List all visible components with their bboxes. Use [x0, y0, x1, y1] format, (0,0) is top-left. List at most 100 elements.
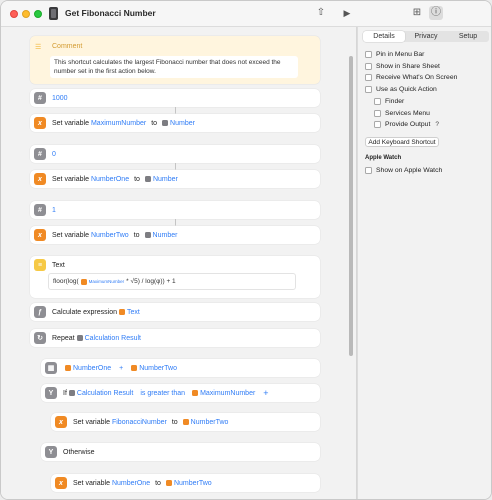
checkbox-label: Finder	[385, 98, 405, 105]
to-label: to	[133, 231, 140, 239]
finder-checkbox[interactable]: Finder	[374, 98, 404, 105]
inspector-tabs: Details Privacy Setup	[363, 31, 489, 42]
tab-setup[interactable]: Setup	[447, 31, 489, 42]
to-label: to	[155, 479, 161, 487]
action-label: Text	[52, 261, 65, 269]
maximum-number-token[interactable]: MaximumNumber	[192, 390, 255, 397]
checkbox[interactable]	[365, 86, 372, 93]
number-one-token[interactable]: NumberOne	[65, 365, 111, 372]
variable-mini-icon	[65, 365, 71, 371]
calculate-action[interactable]: ▦ NumberOne + NumberTwo	[41, 359, 320, 377]
variable-name-token[interactable]: NumberTwo	[91, 232, 129, 239]
number-value[interactable]: 0	[52, 151, 56, 158]
set-variable-action-1[interactable]: x Set variable MaximumNumber to Number	[30, 114, 320, 132]
checkbox[interactable]	[365, 51, 372, 58]
number-token[interactable]: Number	[162, 120, 195, 127]
number-action-1[interactable]: # 1000	[30, 89, 320, 107]
variable-icon: x	[34, 229, 46, 241]
library-icon[interactable]: ⊞	[410, 6, 424, 20]
variable-name-token[interactable]: MaximumNumber	[91, 120, 146, 127]
checkbox-label: Show in Share Sheet	[376, 63, 440, 70]
set-variable-action-2[interactable]: x Set variable NumberOne to Number	[30, 170, 320, 188]
number-two-token[interactable]: NumberTwo	[182, 419, 228, 426]
pin-menu-bar-checkbox[interactable]: Pin in Menu Bar	[365, 51, 424, 58]
share-icon[interactable]: ⇧	[314, 6, 328, 20]
number-action-3[interactable]: # 1	[30, 201, 320, 219]
help-icon[interactable]: ?	[435, 121, 439, 128]
number-value[interactable]: 1000	[52, 95, 68, 102]
checkbox[interactable]	[374, 121, 381, 128]
close-window-button[interactable]	[10, 10, 18, 18]
checkbox-label: Use as Quick Action	[376, 86, 437, 93]
number-token[interactable]: Number	[144, 176, 178, 183]
number-icon: #	[34, 92, 46, 104]
number-two-token[interactable]: NumberTwo	[131, 365, 177, 372]
text-action[interactable]: ≡ Text floor(log( MaximumNumber * √5) / …	[30, 256, 320, 298]
comment-title: Comment	[52, 43, 83, 50]
play-icon[interactable]: ▶	[340, 6, 354, 20]
shortcut-editor[interactable]: ☰ Comment This shortcut calculates the l…	[1, 27, 356, 499]
variable-name-token[interactable]: NumberOne	[112, 480, 150, 487]
action-label: Set variable	[52, 231, 89, 239]
add-condition-button[interactable]: +	[263, 388, 268, 398]
branch-icon: Y	[45, 387, 57, 399]
minimize-window-button[interactable]	[22, 10, 30, 18]
shortcuts-window: Get Fibonacci Number ⇧ ▶ ⊞ ⓘ ☰ Comment T…	[0, 0, 492, 500]
provide-output-checkbox[interactable]: Provide Output ?	[374, 121, 439, 128]
variable-name-token[interactable]: FibonacciNumber	[112, 419, 167, 426]
number-action-2[interactable]: # 0	[30, 145, 320, 163]
variable-name-token[interactable]: NumberOne	[91, 176, 129, 183]
tab-privacy[interactable]: Privacy	[405, 31, 447, 42]
share-sheet-checkbox[interactable]: Show in Share Sheet	[365, 63, 440, 70]
comment-text[interactable]: This shortcut calculates the largest Fib…	[50, 56, 298, 78]
receive-screen-checkbox[interactable]: Receive What's On Screen	[365, 74, 457, 81]
if-action[interactable]: Y If Calculation Result is greater than …	[41, 384, 320, 402]
repeat-action[interactable]: ↻ Repeat Calculation Result	[30, 329, 320, 347]
variable-icon: x	[55, 416, 67, 428]
checkbox[interactable]	[365, 74, 372, 81]
tab-details[interactable]: Details	[363, 31, 405, 42]
show-on-watch-checkbox[interactable]: Show on Apple Watch	[365, 167, 442, 174]
text-field[interactable]: floor(log( MaximumNumber * √5) / log(φ))…	[48, 273, 296, 290]
variable-icon: x	[34, 173, 46, 185]
action-label: Calculate expression	[52, 308, 117, 316]
calculation-result-token[interactable]: Calculation Result	[68, 390, 133, 397]
number-two-token[interactable]: NumberTwo	[165, 480, 212, 487]
checkbox[interactable]	[365, 63, 372, 70]
add-keyboard-shortcut-button[interactable]: Add Keyboard Shortcut	[365, 137, 439, 147]
services-menu-checkbox[interactable]: Services Menu	[374, 110, 430, 117]
checkbox[interactable]	[365, 167, 372, 174]
comment-icon: ☰	[35, 44, 42, 51]
calculator-icon: ▦	[45, 362, 57, 374]
set-variable-action-5[interactable]: x Set variable NumberOne to NumberTwo	[51, 474, 320, 492]
shortcut-app-icon	[49, 7, 58, 20]
checkbox[interactable]	[374, 98, 381, 105]
variable-mini-icon	[80, 278, 87, 285]
number-icon: #	[34, 148, 46, 160]
number-mini-icon	[144, 176, 151, 182]
apple-watch-heading: Apple Watch	[365, 155, 402, 161]
set-variable-action-4[interactable]: x Set variable FibonacciNumber to Number…	[51, 413, 320, 431]
action-connector	[175, 107, 176, 114]
maximum-number-token[interactable]: MaximumNumber	[80, 278, 124, 285]
text-token[interactable]: Text	[118, 309, 140, 316]
action-connector	[175, 219, 176, 226]
condition-selector[interactable]: is greater than	[140, 390, 185, 397]
comment-action[interactable]: ☰ Comment This shortcut calculates the l…	[30, 36, 320, 84]
info-icon[interactable]: ⓘ	[429, 6, 443, 20]
editor-scrollbar[interactable]	[349, 56, 353, 356]
set-variable-action-3[interactable]: x Set variable NumberTwo to Number	[30, 226, 320, 244]
quick-action-checkbox[interactable]: Use as Quick Action	[365, 86, 437, 93]
number-value[interactable]: 1	[52, 207, 56, 214]
repeat-icon: ↻	[34, 332, 46, 344]
number-token[interactable]: Number	[144, 232, 177, 239]
otherwise-action[interactable]: Y Otherwise	[41, 443, 320, 461]
calculation-result-token[interactable]: Calculation Result	[76, 335, 141, 342]
calculate-expression-action[interactable]: ƒ Calculate expression Text	[30, 303, 320, 321]
operator[interactable]: +	[119, 365, 123, 372]
window-title[interactable]: Get Fibonacci Number	[65, 8, 156, 18]
to-label: to	[134, 175, 140, 183]
number-mini-icon	[144, 232, 151, 238]
checkbox[interactable]	[374, 110, 381, 117]
maximize-window-button[interactable]	[34, 10, 42, 18]
